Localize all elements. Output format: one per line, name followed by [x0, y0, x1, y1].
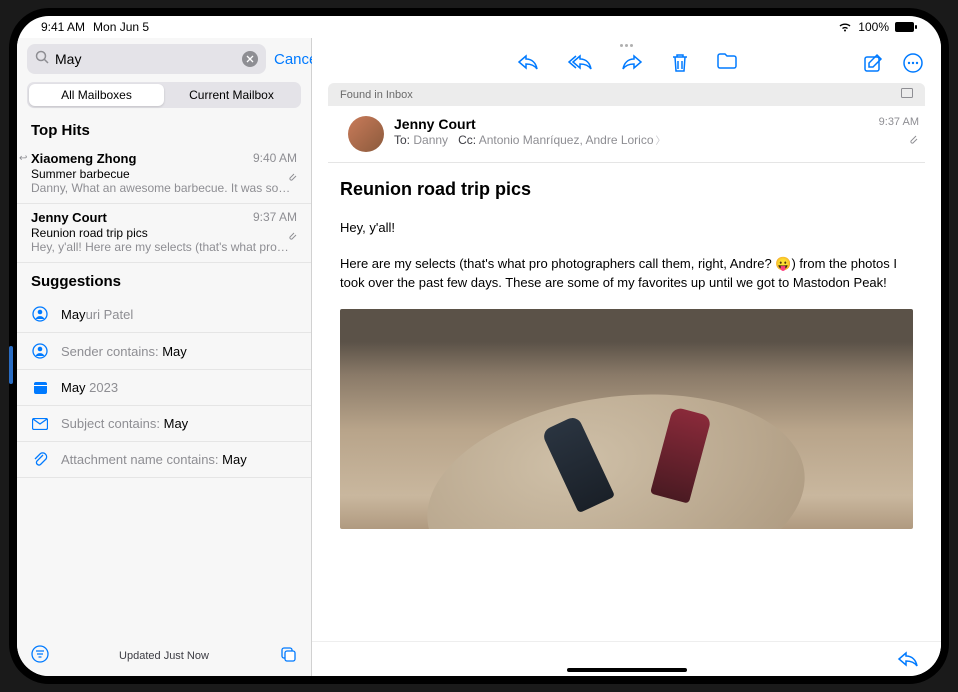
- calendar-icon: [31, 380, 49, 395]
- message-paragraph: Hey, y'all!: [340, 218, 913, 238]
- suggestion-sender-contains[interactable]: Sender contains: May: [17, 333, 311, 370]
- new-window-button[interactable]: [279, 645, 297, 666]
- filter-button[interactable]: [31, 645, 49, 666]
- chevron-right-icon: 〉: [656, 136, 666, 147]
- envelope-icon: [31, 418, 49, 430]
- top-hit-item[interactable]: Jenny Court 9:37 AM Reunion road trip pi…: [17, 204, 311, 263]
- search-input[interactable]: [55, 51, 236, 67]
- message-subject: Reunion road trip pics: [340, 179, 913, 200]
- search-scope-segment[interactable]: All Mailboxes Current Mailbox: [27, 82, 301, 108]
- message-photo[interactable]: [340, 309, 913, 529]
- hit-sender: Jenny Court: [31, 210, 107, 225]
- search-icon: [35, 50, 49, 69]
- search-field[interactable]: [27, 44, 266, 74]
- message-recipients[interactable]: To: Danny Cc: Antonio Manríquez, Andre L…: [394, 132, 666, 147]
- scope-current-mailbox[interactable]: Current Mailbox: [164, 84, 299, 106]
- suggestions-header: Suggestions: [17, 263, 311, 296]
- replied-icon: ↩: [19, 153, 27, 164]
- hit-subject: Summer barbecue: [31, 167, 297, 181]
- clear-search-button[interactable]: [242, 51, 258, 67]
- paperclip-icon: [31, 452, 49, 467]
- suggestion-attachment-contains[interactable]: Attachment name contains: May: [17, 442, 311, 478]
- compose-button[interactable]: [863, 53, 883, 73]
- status-date: Mon Jun 5: [93, 20, 149, 34]
- battery-icon: [895, 22, 917, 32]
- hit-time: 9:40 AM: [253, 151, 297, 166]
- sender-avatar[interactable]: [348, 116, 384, 152]
- status-bar: 9:41 AM Mon Jun 5 100%: [17, 16, 941, 38]
- person-icon: [31, 343, 49, 359]
- hit-preview: Hey, y'all! Here are my selects (that's …: [31, 240, 297, 254]
- home-indicator[interactable]: [567, 668, 687, 672]
- attachment-icon: [287, 169, 297, 187]
- suggestion-subject-contains[interactable]: Subject contains: May: [17, 406, 311, 442]
- hit-sender: Xiaomeng Zhong: [31, 151, 136, 166]
- message-header: Jenny Court To: Danny Cc: Antonio Manríq…: [328, 106, 925, 163]
- reply-button[interactable]: [517, 53, 539, 73]
- hit-preview: Danny, What an awesome barbecue. It was …: [31, 181, 297, 195]
- message-time: 9:37 AM: [879, 116, 919, 128]
- forward-button[interactable]: [621, 53, 643, 73]
- drag-handle[interactable]: [312, 38, 941, 47]
- suggestion-person[interactable]: Mayuri Patel: [17, 296, 311, 333]
- suggestion-date[interactable]: May 2023: [17, 370, 311, 406]
- more-button[interactable]: [903, 53, 923, 73]
- trash-button[interactable]: [671, 53, 689, 73]
- top-hits-header: Top Hits: [17, 112, 311, 145]
- battery-percent: 100%: [858, 20, 889, 34]
- message-pane: Found in Inbox Jenny Court To: Danny Cc:…: [312, 38, 941, 676]
- wifi-icon: [838, 22, 852, 32]
- message-body[interactable]: Reunion road trip pics Hey, y'all! Here …: [312, 163, 941, 641]
- reply-all-button[interactable]: [567, 53, 593, 73]
- attachment-icon: [287, 228, 297, 246]
- message-paragraph: Here are my selects (that's what pro pho…: [340, 254, 913, 293]
- top-hit-item[interactable]: ↩ Xiaomeng Zhong 9:40 AM Summer barbecue…: [17, 145, 311, 204]
- status-time: 9:41 AM: [41, 20, 85, 34]
- message-from[interactable]: Jenny Court: [394, 116, 666, 132]
- mail-sidebar: Cancel All Mailboxes Current Mailbox Top…: [17, 38, 312, 676]
- person-icon: [31, 306, 49, 322]
- hit-time: 9:37 AM: [253, 210, 297, 225]
- found-in-banner: Found in Inbox: [328, 83, 925, 106]
- hit-subject: Reunion road trip pics: [31, 226, 297, 240]
- mailbox-icon: [901, 88, 913, 101]
- reply-button-footer[interactable]: [897, 650, 919, 668]
- scope-all-mailboxes[interactable]: All Mailboxes: [29, 84, 164, 106]
- move-button[interactable]: [717, 53, 737, 73]
- update-status: Updated Just Now: [119, 650, 209, 662]
- attachment-icon: [879, 134, 919, 148]
